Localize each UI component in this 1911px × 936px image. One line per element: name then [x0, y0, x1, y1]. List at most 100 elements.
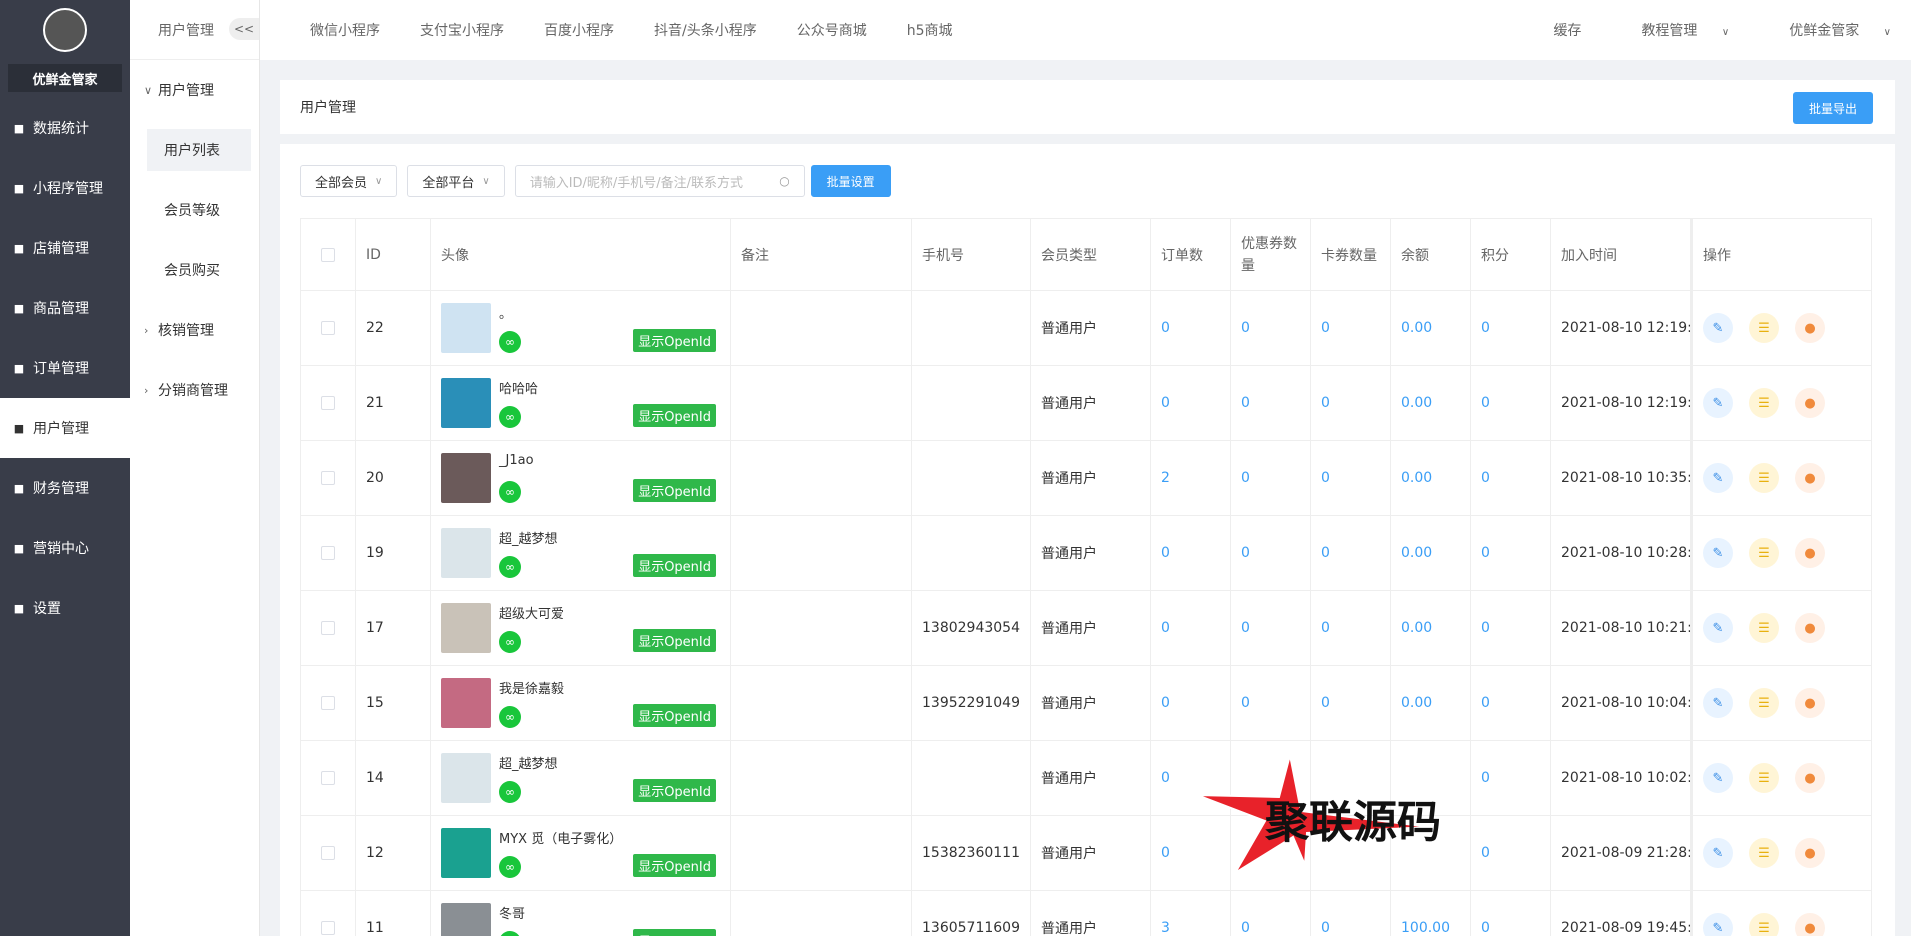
search-input[interactable]: 请输入ID/昵称/手机号/备注/联系方式 ○ [514, 165, 805, 197]
show-openid-button[interactable]: 显示OpenId [633, 854, 716, 877]
sub-item-user-list[interactable]: 用户列表 [130, 120, 259, 180]
coins-icon[interactable]: ☰ [1749, 463, 1779, 493]
money-bag-icon[interactable]: ● [1795, 313, 1825, 343]
sidebar-item-box[interactable]: ■ 商品管理 [0, 278, 130, 338]
cell-orders[interactable]: 2 [1151, 441, 1231, 515]
row-checkbox[interactable] [321, 771, 335, 785]
cell-balance[interactable]: 0.00 [1391, 291, 1471, 365]
row-checkbox[interactable] [321, 846, 335, 860]
cell-orders[interactable]: 3 [1151, 891, 1231, 936]
tab-wechat-miniprogram[interactable]: 微信小程序 [290, 20, 400, 40]
show-openid-button[interactable]: 显示OpenId [633, 779, 716, 802]
show-openid-button[interactable]: 显示OpenId [633, 329, 716, 352]
cell-cards[interactable]: 0 [1311, 516, 1391, 590]
coins-icon[interactable]: ☰ [1749, 613, 1779, 643]
cell-points[interactable]: 0 [1471, 366, 1551, 440]
member-filter-select[interactable]: 全部会员 ∨ [300, 165, 398, 197]
row-checkbox[interactable] [321, 921, 335, 935]
cell-points[interactable]: 0 [1471, 666, 1551, 740]
tab-official-account-mall[interactable]: 公众号商城 [777, 20, 887, 40]
tab-baidu-miniprogram[interactable]: 百度小程序 [524, 20, 634, 40]
cell-coupons[interactable]: 0 [1231, 891, 1311, 936]
show-openid-button[interactable]: 显示OpenId [633, 929, 716, 936]
row-checkbox[interactable] [321, 321, 335, 335]
cell-coupons[interactable]: 0 [1231, 666, 1311, 740]
cell-cards[interactable]: 0 [1311, 441, 1391, 515]
edit-icon[interactable]: ✎ [1703, 538, 1733, 568]
cell-points[interactable]: 0 [1471, 741, 1551, 815]
show-openid-button[interactable]: 显示OpenId [633, 554, 716, 577]
cell-cards[interactable]: 0 [1311, 366, 1391, 440]
edit-icon[interactable]: ✎ [1703, 913, 1733, 936]
sidebar-item-store[interactable]: ■ 店铺管理 [0, 218, 130, 278]
edit-icon[interactable]: ✎ [1703, 463, 1733, 493]
sidebar-item-finance[interactable]: ■ 财务管理 [0, 458, 130, 518]
edit-icon[interactable]: ✎ [1703, 838, 1733, 868]
sidebar-item-order[interactable]: ■ 订单管理 [0, 338, 130, 398]
cell-cards[interactable]: 0 [1311, 291, 1391, 365]
sidebar-item-marketing[interactable]: ■ 营销中心 [0, 518, 130, 578]
sidebar-item-chart[interactable]: ■ 数据统计 [0, 98, 130, 158]
cell-orders[interactable]: 0 [1151, 366, 1231, 440]
cell-balance[interactable]: 0.00 [1391, 366, 1471, 440]
money-bag-icon[interactable]: ● [1795, 388, 1825, 418]
cell-points[interactable]: 0 [1471, 291, 1551, 365]
sub-item-member-purchase[interactable]: 会员购买 [130, 240, 259, 300]
cell-balance[interactable]: 0.00 [1391, 516, 1471, 590]
tab-alipay-miniprogram[interactable]: 支付宝小程序 [400, 20, 524, 40]
sub-group-user-management[interactable]: ∨ 用户管理 [130, 60, 259, 120]
sidebar-item-user[interactable]: ■ 用户管理 [0, 398, 130, 458]
coins-icon[interactable]: ☰ [1749, 913, 1779, 936]
row-checkbox[interactable] [321, 546, 335, 560]
show-openid-button[interactable]: 显示OpenId [633, 404, 716, 427]
cell-coupons[interactable]: 0 [1231, 291, 1311, 365]
cell-points[interactable]: 0 [1471, 516, 1551, 590]
cell-balance[interactable]: 0.00 [1391, 591, 1471, 665]
coins-icon[interactable]: ☰ [1749, 763, 1779, 793]
show-openid-button[interactable]: 显示OpenId [633, 479, 716, 502]
cache-link[interactable]: 缓存 [1533, 20, 1601, 40]
cell-balance[interactable]: 100.00 [1391, 891, 1471, 936]
money-bag-icon[interactable]: ● [1795, 613, 1825, 643]
cell-orders[interactable]: 0 [1151, 291, 1231, 365]
edit-icon[interactable]: ✎ [1703, 688, 1733, 718]
select-all-checkbox[interactable] [321, 247, 335, 262]
cell-points[interactable]: 0 [1471, 816, 1551, 890]
money-bag-icon[interactable]: ● [1795, 538, 1825, 568]
money-bag-icon[interactable]: ● [1795, 763, 1825, 793]
coins-icon[interactable]: ☰ [1749, 538, 1779, 568]
row-checkbox[interactable] [321, 696, 335, 710]
coins-icon[interactable]: ☰ [1749, 838, 1779, 868]
search-icon[interactable]: ○ [779, 174, 789, 188]
cell-points[interactable]: 0 [1471, 891, 1551, 936]
row-checkbox[interactable] [321, 621, 335, 635]
money-bag-icon[interactable]: ● [1795, 688, 1825, 718]
cell-points[interactable]: 0 [1471, 441, 1551, 515]
cell-coupons[interactable]: 0 [1231, 366, 1311, 440]
collapse-button[interactable]: << [229, 18, 259, 40]
sidebar-item-gear[interactable]: ■ 设置 [0, 578, 130, 638]
row-checkbox[interactable] [321, 396, 335, 410]
coins-icon[interactable]: ☰ [1749, 388, 1779, 418]
cell-points[interactable]: 0 [1471, 591, 1551, 665]
sub-group-verification[interactable]: › 核销管理 [130, 300, 259, 360]
show-openid-button[interactable]: 显示OpenId [633, 704, 716, 727]
edit-icon[interactable]: ✎ [1703, 313, 1733, 343]
show-openid-button[interactable]: 显示OpenId [633, 629, 716, 652]
batch-settings-button[interactable]: 批量设置 [810, 165, 891, 197]
account-menu[interactable]: 优鲜金管家 ∨ [1749, 20, 1911, 40]
cell-coupons[interactable]: 0 [1231, 516, 1311, 590]
coins-icon[interactable]: ☰ [1749, 313, 1779, 343]
coins-icon[interactable]: ☰ [1749, 688, 1779, 718]
cell-orders[interactable]: 0 [1151, 516, 1231, 590]
cell-cards[interactable]: 0 [1311, 591, 1391, 665]
row-checkbox[interactable] [321, 471, 335, 485]
money-bag-icon[interactable]: ● [1795, 913, 1825, 936]
money-bag-icon[interactable]: ● [1795, 838, 1825, 868]
cell-coupons[interactable]: 0 [1231, 441, 1311, 515]
sidebar-item-link[interactable]: ■ 小程序管理 [0, 158, 130, 218]
cell-orders[interactable]: 0 [1151, 591, 1231, 665]
cell-coupons[interactable]: 0 [1231, 591, 1311, 665]
tab-h5-mall[interactable]: h5商城 [887, 20, 973, 40]
cell-orders[interactable]: 0 [1151, 666, 1231, 740]
